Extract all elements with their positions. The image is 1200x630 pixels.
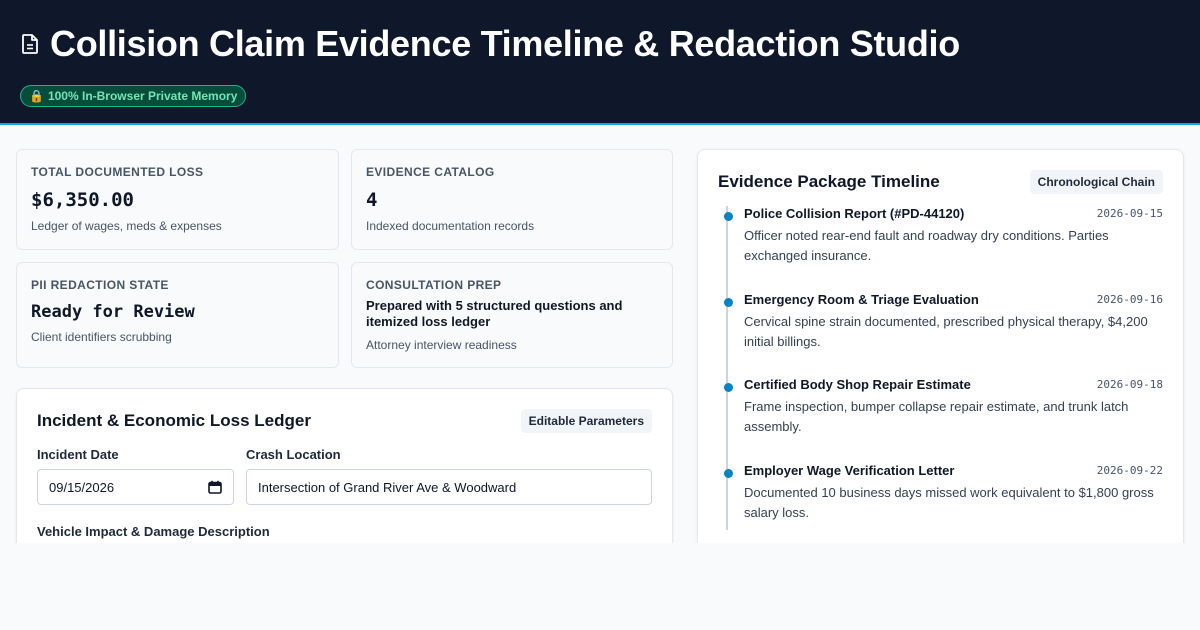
privacy-badge-label: 100% In-Browser Private Memory <box>47 89 238 103</box>
timeline-item-description: Frame inspection, bumper collapse repair… <box>744 399 1129 434</box>
incident-date-label: Incident Date <box>37 447 119 462</box>
chronological-chain-tag: Chronological Chain <box>1029 170 1163 194</box>
ledger-title: Incident & Economic Loss Ledger <box>37 411 311 430</box>
timeline-dot <box>724 212 733 221</box>
metric-sub: Client identifiers scrubbing <box>31 330 172 344</box>
metric-value: Ready for Review <box>31 302 195 322</box>
timeline-item-title: Police Collision Report (#PD-44120) <box>744 206 965 221</box>
metric-label: TOTAL DOCUMENTED LOSS <box>31 165 204 179</box>
timeline-item[interactable]: Emergency Room & Triage Evaluation 2026-… <box>718 292 1163 378</box>
evidence-timeline: Police Collision Report (#PD-44120) 2026… <box>718 206 1163 543</box>
timeline-item[interactable]: Police Collision Report (#PD-44120) 2026… <box>718 206 1163 292</box>
calendar-icon[interactable] <box>208 480 222 494</box>
timeline-title: Evidence Package Timeline <box>718 172 940 191</box>
document-icon <box>20 33 40 55</box>
crash-location-label: Crash Location <box>246 447 341 462</box>
crash-location-value: Intersection of Grand River Ave & Woodwa… <box>258 479 517 495</box>
metric-sub: Ledger of wages, meds & expenses <box>31 219 222 233</box>
timeline-item[interactable]: Certified Body Shop Repair Estimate 2026… <box>718 377 1163 463</box>
timeline-item-date: 2026-09-22 <box>1096 463 1163 477</box>
timeline-dot <box>724 383 733 392</box>
timeline-item-description: Officer noted rear-end fault and roadway… <box>744 228 1109 263</box>
metric-value: $6,350.00 <box>31 189 134 211</box>
incident-date-input[interactable]: 09/15/2026 <box>37 469 234 505</box>
lock-icon: 🔒 <box>29 89 44 103</box>
timeline-item-description: Documented 10 business days missed work … <box>744 484 1154 520</box>
metric-value: Prepared with 5 structured questions and… <box>366 298 623 329</box>
metric-label: PII REDACTION STATE <box>31 278 169 292</box>
crash-location-input[interactable]: Intersection of Grand River Ave & Woodwa… <box>246 469 652 505</box>
timeline-item-date: 2026-09-15 <box>1096 207 1163 220</box>
metric-sub: Indexed documentation records <box>366 219 535 233</box>
main-content: TOTAL DOCUMENTED LOSS $6,350.00 Ledger o… <box>0 125 1200 543</box>
incident-date-value: 09/15/2026 <box>49 479 115 495</box>
timeline-item[interactable]: Employer Wage Verification Letter 2026-0… <box>718 463 1163 544</box>
app-header: Collision Claim Evidence Timeline & Reda… <box>0 0 1200 125</box>
timeline-item-title: Employer Wage Verification Letter <box>744 462 955 478</box>
timeline-item-description: Cervical spine strain documented, prescr… <box>744 313 1148 349</box>
timeline-item-title: Emergency Room & Triage Evaluation <box>744 291 979 307</box>
metric-card-pii-state: PII REDACTION STATE Ready for Review Cli… <box>16 262 339 368</box>
timeline-dot <box>724 468 733 478</box>
privacy-badge: 🔒 100% In-Browser Private Memory <box>20 85 247 107</box>
ledger-panel: Incident & Economic Loss Ledger Editable… <box>16 388 673 543</box>
metric-sub: Attorney interview readiness <box>366 338 517 352</box>
metric-label: CONSULTATION PREP <box>366 278 502 292</box>
timeline-panel: Evidence Package Timeline Chronological … <box>697 149 1184 543</box>
metric-card-total-loss: TOTAL DOCUMENTED LOSS $6,350.00 Ledger o… <box>16 149 339 250</box>
timeline-dot <box>724 297 733 307</box>
metric-card-consultation: CONSULTATION PREP Prepared with 5 struct… <box>351 262 673 368</box>
page-title: Collision Claim Evidence Timeline & Reda… <box>50 23 960 64</box>
timeline-item-date: 2026-09-16 <box>1096 292 1163 306</box>
metric-label: EVIDENCE CATALOG <box>366 165 495 179</box>
timeline-item-date: 2026-09-18 <box>1096 378 1163 391</box>
metric-card-evidence-catalog: EVIDENCE CATALOG 4 Indexed documentation… <box>351 149 673 250</box>
editable-parameters-tag: Editable Parameters <box>520 409 652 433</box>
metric-value: 4 <box>366 189 378 211</box>
timeline-item-title: Certified Body Shop Repair Estimate <box>744 377 971 392</box>
damage-description-label: Vehicle Impact & Damage Description <box>37 524 270 539</box>
